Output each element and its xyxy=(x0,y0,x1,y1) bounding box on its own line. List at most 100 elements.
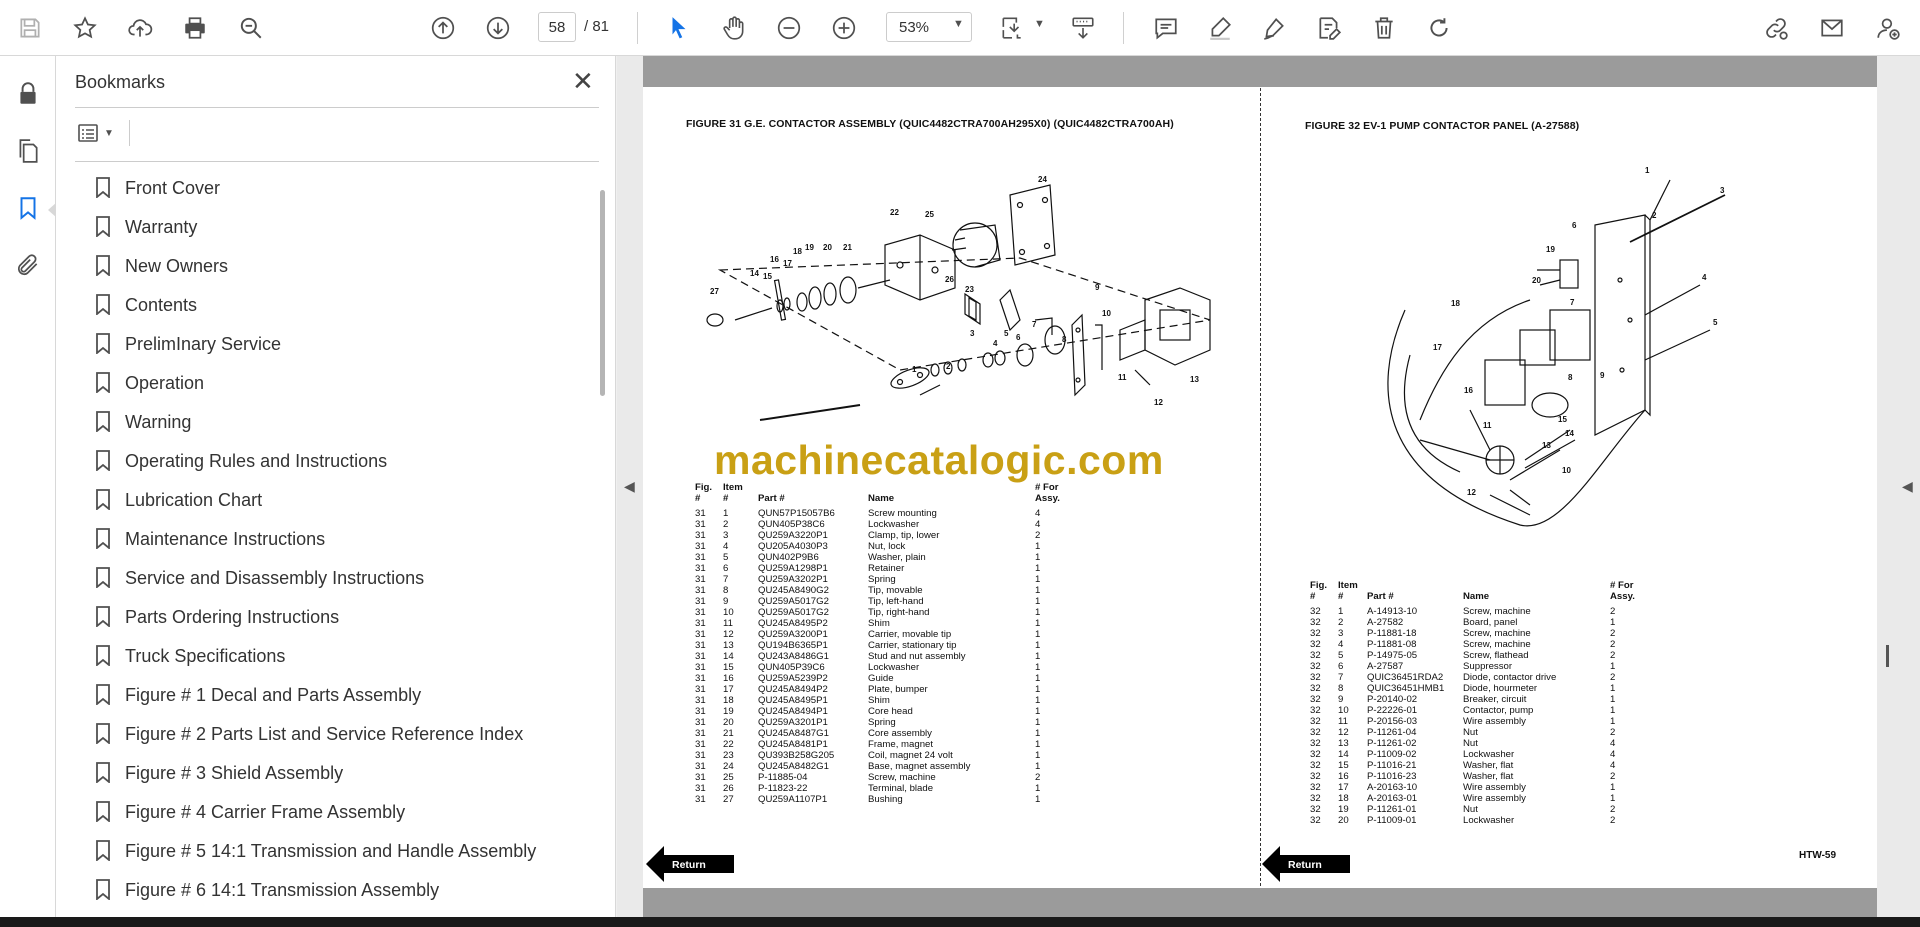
callout-2: 2 xyxy=(946,362,951,371)
return-button[interactable]: Return xyxy=(1262,846,1350,882)
fit-dropdown-chevron-icon[interactable]: ▼ xyxy=(1034,18,1045,30)
table-cell-name: Board, panel xyxy=(1463,617,1518,628)
table-row: 31 16 QU259A5239P2 Guide 1 xyxy=(690,673,1070,684)
bookmark-item[interactable]: New Owners xyxy=(93,246,593,285)
bookmark-item[interactable]: Figure # 4 Carrier Frame Assembly xyxy=(93,792,593,831)
bookmark-item[interactable]: Lubrication Chart xyxy=(93,480,593,519)
bookmark-item[interactable]: Figure # 3 Shield Assembly xyxy=(93,753,593,792)
page-footer-band xyxy=(643,888,1877,917)
bookmark-item[interactable]: Operation xyxy=(93,363,593,402)
column-header-name: Name xyxy=(868,493,895,504)
bookmark-item[interactable]: Service and Disassembly Instructions xyxy=(93,558,593,597)
delete-icon[interactable] xyxy=(1366,10,1402,46)
collapse-right-panel-icon[interactable]: ◀ xyxy=(1902,478,1913,495)
page-number-input[interactable] xyxy=(538,12,576,42)
table-row: 32 15 P-11016-21 Washer, flat 4 xyxy=(1305,760,1635,771)
bookmark-item[interactable]: Figure # 6 14:1 Transmission Assembly xyxy=(93,870,593,909)
find-zoom-icon[interactable] xyxy=(233,10,269,46)
callout-8: 8 xyxy=(1062,335,1067,344)
bookmark-label: Figure # 5 14:1 Transmission and Handle … xyxy=(125,841,537,861)
table-cell-qty: 1 xyxy=(1610,661,1616,672)
table-cell-part: QU259A3201P1 xyxy=(758,717,828,728)
table-cell-fig: 31 xyxy=(695,563,706,574)
table-cell-qty: 4 xyxy=(1610,760,1616,771)
save-icon[interactable] xyxy=(12,10,48,46)
bookmarks-scrollbar-thumb[interactable] xyxy=(600,190,605,396)
table-cell-fig: 32 xyxy=(1310,771,1321,782)
table-cell-name: Terminal, blade xyxy=(868,783,934,794)
zoom-in-icon[interactable] xyxy=(826,10,862,46)
table-cell-item: 20 xyxy=(1338,815,1349,826)
table-cell-name: Screw mounting xyxy=(868,508,937,519)
table-cell-name: Spring xyxy=(868,574,896,585)
close-icon[interactable]: ✕ xyxy=(572,68,594,94)
table-cell-name: Tip, left-hand xyxy=(868,596,924,607)
attachment-icon[interactable] xyxy=(10,247,46,283)
page-fit-icon[interactable] xyxy=(994,10,1030,46)
bookmark-item[interactable]: Maintenance Instructions xyxy=(93,519,593,558)
return-button[interactable]: Return xyxy=(646,846,734,882)
bookmark-icon xyxy=(96,216,110,237)
highlight-pen-icon[interactable] xyxy=(1202,10,1238,46)
star-icon[interactable] xyxy=(67,10,103,46)
bookmark-item[interactable]: Figure # 2 Parts List and Service Refere… xyxy=(93,714,593,753)
bookmark-item[interactable]: Truck Specifications xyxy=(93,636,593,675)
table-cell-item: 19 xyxy=(723,706,734,717)
callout-11: 11 xyxy=(1118,373,1127,382)
edit-text-icon[interactable] xyxy=(1311,10,1347,46)
callout-4: 4 xyxy=(1702,273,1707,282)
bookmark-item[interactable]: Front Cover xyxy=(93,168,593,207)
table-cell-qty: 1 xyxy=(1035,673,1041,684)
bookmark-label: New Owners xyxy=(125,256,229,276)
table-cell-qty: 1 xyxy=(1035,552,1041,563)
bookmark-item[interactable]: Figure # 5 14:1 Transmission and Handle … xyxy=(93,831,593,870)
bookmark-item[interactable]: Contents xyxy=(93,285,593,324)
comment-icon[interactable] xyxy=(1148,10,1184,46)
share-link-icon[interactable] xyxy=(1758,10,1794,46)
print-icon[interactable] xyxy=(177,10,213,46)
pages-icon[interactable] xyxy=(10,133,46,169)
bookmark-item[interactable]: Operating Rules and Instructions xyxy=(93,441,593,480)
account-icon[interactable] xyxy=(1870,10,1906,46)
bookmark-panel-icon[interactable] xyxy=(10,190,46,226)
draw-pen-icon[interactable] xyxy=(1256,10,1292,46)
select-cursor-icon[interactable] xyxy=(661,10,697,46)
return-button-label: Return xyxy=(1288,859,1322,871)
table-cell-qty: 1 xyxy=(1035,596,1041,607)
column-header-fig: Fig. # xyxy=(695,482,713,504)
bookmark-options-button[interactable]: ▼ xyxy=(76,118,122,148)
table-cell-qty: 4 xyxy=(1035,519,1041,530)
table-cell-item: 10 xyxy=(723,607,734,618)
bookmark-label: Operation xyxy=(125,373,205,393)
callout-7: 7 xyxy=(1570,298,1575,307)
bookmark-item[interactable]: Warranty xyxy=(93,207,593,246)
zoom-out-icon[interactable] xyxy=(771,10,807,46)
next-page-icon[interactable] xyxy=(480,10,516,46)
collapse-left-panel-icon[interactable]: ◀ xyxy=(624,478,635,495)
table-cell-item: 2 xyxy=(723,519,729,530)
table-cell-part: P-11009-02 xyxy=(1367,749,1417,760)
table-row: 31 15 QUN405P39C6 Lockwasher 1 xyxy=(690,662,1070,673)
hand-tool-icon[interactable] xyxy=(716,10,752,46)
upload-cloud-icon[interactable] xyxy=(122,10,158,46)
bookmark-item[interactable]: Warning xyxy=(93,402,593,441)
table-cell-name: Retainer xyxy=(868,563,905,574)
callout-11: 11 xyxy=(1483,421,1492,430)
bookmark-item[interactable]: Parts Ordering Instructions xyxy=(93,597,593,636)
table-cell-part: QU205A4030P3 xyxy=(758,541,828,552)
table-cell-fig: 32 xyxy=(1310,683,1321,694)
bookmark-icon xyxy=(96,801,110,822)
email-icon[interactable] xyxy=(1814,10,1850,46)
table-cell-part: P-22226-01 xyxy=(1367,705,1418,716)
page-fold-line xyxy=(1260,88,1261,886)
table-cell-qty: 1 xyxy=(1610,705,1616,716)
bookmark-item[interactable]: Figure # 1 Decal and Parts Assembly xyxy=(93,675,593,714)
callout-14: 14 xyxy=(1565,429,1574,438)
previous-page-icon[interactable] xyxy=(425,10,461,46)
redo-rotate-icon[interactable] xyxy=(1421,10,1457,46)
bookmark-item[interactable]: PrelimInary Service xyxy=(93,324,593,363)
scroll-mode-icon[interactable] xyxy=(1065,10,1101,46)
lock-icon[interactable] xyxy=(10,76,46,112)
document-scrollbar-thumb[interactable] xyxy=(1886,645,1889,667)
chevron-down-icon[interactable]: ▼ xyxy=(953,18,964,30)
